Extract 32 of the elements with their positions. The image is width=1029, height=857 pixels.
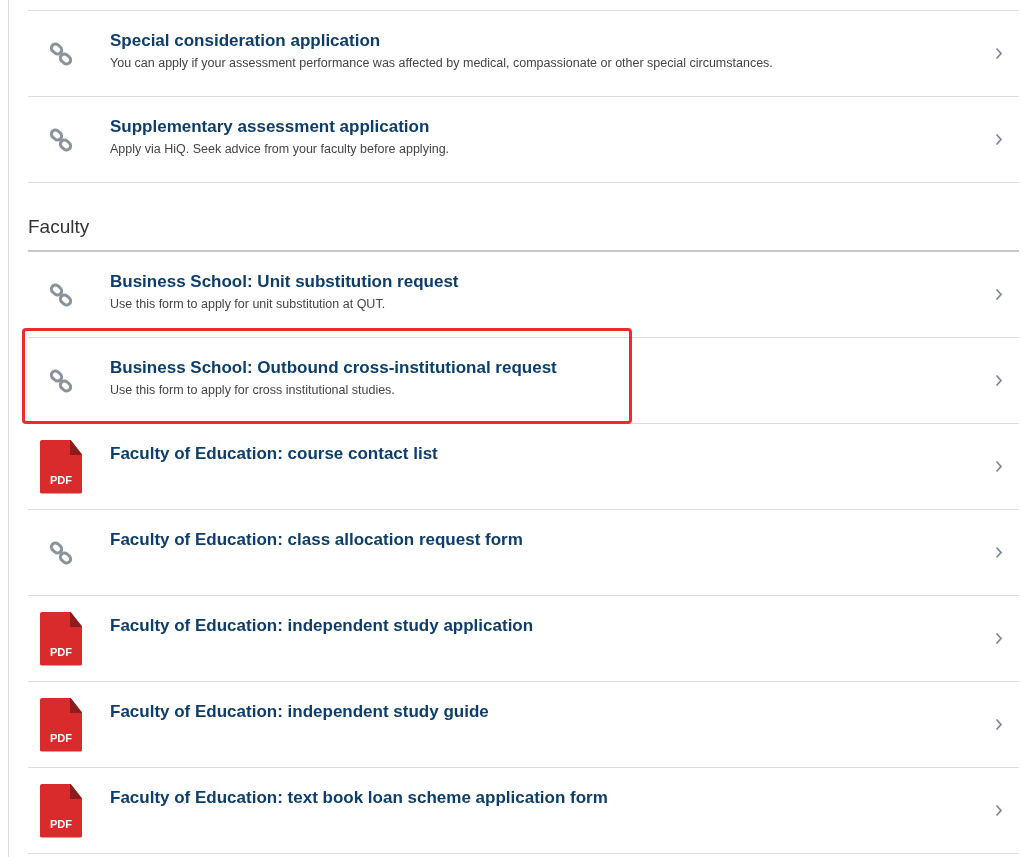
resource-link[interactable]: Faculty of Education: class allocation request form (110, 529, 523, 551)
pdf-file-icon: PDF (40, 611, 82, 666)
resource-description: Use this form to apply for unit substitution at QUT. (110, 297, 387, 311)
chevron-right-icon[interactable] (995, 804, 1003, 817)
chevron-right-icon[interactable] (995, 546, 1003, 559)
link-icon (49, 368, 73, 393)
chevron-right-icon[interactable] (995, 718, 1003, 731)
chevron-right-icon[interactable] (995, 374, 1003, 387)
link-icon (49, 41, 73, 66)
chevron-right-icon[interactable] (995, 47, 1003, 60)
resource-link[interactable]: Supplementary assessment application (110, 116, 430, 138)
resource-link[interactable]: Faculty of Education: text book loan scheme application form (110, 787, 608, 809)
resource-description: Use this form to apply for cross institutional studies. (110, 383, 396, 397)
link-icon (49, 540, 73, 565)
section-heading: Faculty (28, 183, 1019, 252)
pdf-file-icon: PDF (40, 439, 82, 494)
link-icon (49, 282, 73, 307)
chevron-right-icon[interactable] (995, 133, 1003, 146)
chevron-right-icon[interactable] (995, 460, 1003, 473)
chevron-right-icon[interactable] (995, 632, 1003, 645)
resource-link[interactable]: Faculty of Education: course contact list (110, 443, 438, 465)
resource-link[interactable]: Faculty of Education: independent study application (110, 615, 534, 637)
resource-description: Apply via HiQ. Seek advice from your faculty before applying. (110, 142, 451, 156)
resource-link[interactable]: Business School: Outbound cross-institutional request (110, 357, 557, 379)
resource-link[interactable]: Special consideration application (110, 30, 381, 52)
pdf-file-icon: PDF (40, 783, 82, 838)
resource-description: You can apply if your assessment performance was affected by medical, compassionate or other special circumstances. (110, 56, 774, 70)
resource-link[interactable]: Business School: Unit substitution request (110, 271, 459, 293)
chevron-right-icon[interactable] (995, 288, 1003, 301)
pdf-file-icon: PDF (40, 697, 82, 752)
resource-link[interactable]: Faculty of Education: independent study guide (110, 701, 489, 723)
link-icon (49, 127, 73, 152)
